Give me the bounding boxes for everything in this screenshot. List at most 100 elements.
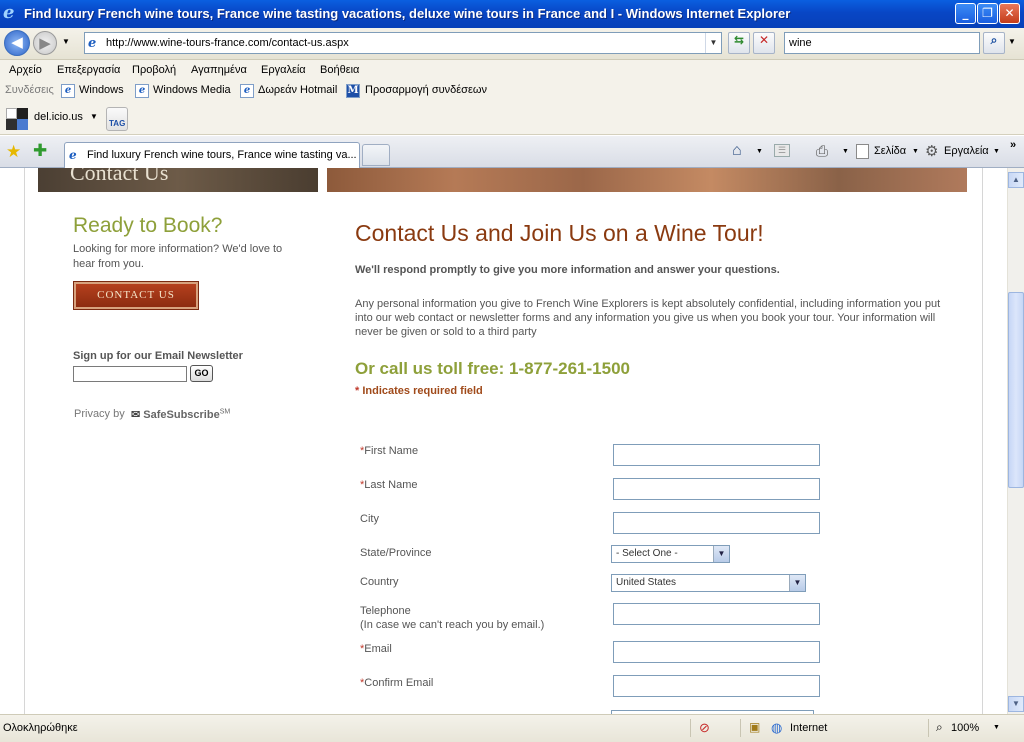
respond-text: We'll respond promptly to give you more … (355, 264, 780, 276)
scroll-thumb[interactable] (1008, 292, 1024, 488)
link-free-hotmail[interactable]: Δωρεάν Hotmail (258, 84, 337, 96)
sidebar-title: Ready to Book? (73, 214, 223, 237)
tools-dropdown-icon[interactable]: ▼ (993, 148, 1000, 155)
home-dropdown-icon[interactable]: ▼ (756, 148, 763, 155)
page-menu-icon[interactable] (856, 144, 869, 159)
link-windows-media[interactable]: Windows Media (153, 84, 231, 96)
safesubscribe-logo[interactable]: ✉ SafeSubscribeSM (131, 408, 230, 421)
hero-image-right (327, 168, 967, 192)
zoom-icon[interactable]: ⌕ (936, 720, 943, 735)
tab-active[interactable]: e Find luxury French wine tours, France … (64, 142, 360, 168)
state-select-value: - Select One - (616, 548, 678, 559)
sidebar-text: Looking for more information? We'd love … (73, 243, 283, 270)
delicious-toolbar: del.icio.us ▼ TAG (0, 102, 1024, 135)
newsletter-label: Sign up for our Email Newsletter (73, 350, 243, 362)
tag-button[interactable]: TAG (106, 107, 128, 131)
delicious-label[interactable]: del.icio.us (34, 111, 83, 123)
msn-icon: M (346, 84, 360, 98)
ie-page-icon: e (69, 148, 77, 162)
link-customize-links[interactable]: Προσαρμογή συνδέσεων (365, 84, 487, 96)
tools-menu-button[interactable]: Εργαλεία (944, 145, 989, 157)
menu-edit[interactable]: Επεξεργασία (57, 64, 120, 76)
stop-button[interactable]: ✕ (753, 32, 775, 54)
required-note: * Indicates required field (355, 385, 483, 397)
add-favorites-icon[interactable]: ✚ (33, 141, 47, 161)
city-input[interactable] (613, 512, 820, 534)
delicious-dropdown-icon[interactable]: ▼ (90, 112, 98, 121)
first-name-label: *First Name (360, 445, 419, 457)
email-input[interactable] (613, 641, 820, 663)
navigation-bar: ◀ ▶ ▼ e http://www.wine-tours-france.com… (0, 28, 1024, 60)
ie-page-icon: e (61, 84, 75, 98)
menu-bar: Αρχείο Επεξεργασία Προβολή Αγαπημένα Εργ… (0, 60, 1024, 81)
popup-blocker-icon[interactable]: ⊘ (699, 720, 710, 736)
telephone-input[interactable] (613, 603, 820, 625)
city-label: City (360, 513, 379, 525)
maximize-button[interactable]: ❐ (977, 3, 998, 24)
menu-favorites[interactable]: Αγαπημένα (191, 64, 247, 76)
favorites-star-icon[interactable]: ★ (6, 142, 21, 162)
search-box[interactable]: wine (784, 32, 980, 54)
gear-icon[interactable]: ⚙ (925, 142, 938, 160)
window-title: Find luxury French wine tours, France wi… (24, 6, 791, 21)
last-name-input[interactable] (613, 478, 820, 500)
country-select[interactable]: United States ▼ (611, 574, 806, 592)
refresh-button[interactable]: ⇆ (728, 32, 750, 54)
tab-title[interactable]: Find luxury French wine tours, France wi… (87, 149, 357, 161)
country-label: Country (360, 576, 399, 588)
newsletter-email-input[interactable] (73, 366, 187, 382)
address-url[interactable]: http://www.wine-tours-france.com/contact… (106, 37, 349, 49)
confirm-email-input[interactable] (613, 675, 820, 697)
search-input[interactable]: wine (789, 37, 812, 49)
print-icon[interactable]: ⎙ (816, 143, 828, 160)
menu-file[interactable]: Αρχείο (9, 64, 42, 76)
more-tools-chevron-icon[interactable]: » (1010, 139, 1016, 151)
recent-pages-dropdown-icon[interactable]: ▼ (62, 37, 70, 46)
status-divider (928, 719, 929, 737)
address-bar[interactable]: e http://www.wine-tours-france.com/conta… (84, 32, 722, 54)
zoom-dropdown-icon[interactable]: ▼ (993, 724, 1000, 731)
minimize-button[interactable]: _ (955, 3, 976, 24)
search-options-icon[interactable]: ▼ (1008, 37, 1016, 46)
tab-bar: ★ ✚ e Find luxury French wine tours, Fra… (0, 136, 1024, 168)
forward-button[interactable]: ▶ (33, 31, 57, 55)
confirm-email-label: *Confirm Email (360, 677, 434, 689)
hero-heading: Contact Us (70, 168, 169, 185)
close-button[interactable]: ✕ (999, 3, 1020, 24)
state-select[interactable]: - Select One - ▼ (611, 545, 730, 563)
scroll-down-icon[interactable]: ▼ (1008, 696, 1024, 712)
new-tab-button[interactable] (362, 144, 390, 166)
menu-tools[interactable]: Εργαλεία (261, 64, 306, 76)
protected-mode-icon[interactable]: ▣ (749, 720, 760, 734)
tag-label: TAG (109, 119, 126, 128)
ie-logo-icon: e (3, 2, 15, 23)
title-bar: e Find luxury French wine tours, France … (0, 0, 1024, 28)
contact-us-button[interactable]: CONTACT US (74, 282, 198, 309)
search-icon[interactable]: ⌕ (983, 32, 1005, 54)
country-select-value: United States (616, 577, 677, 588)
zoom-level[interactable]: 100% (951, 722, 979, 734)
page-menu-button[interactable]: Σελίδα (874, 145, 906, 157)
privacy-paragraph: Any personal information you give to Fre… (355, 298, 941, 338)
feeds-icon[interactable]: ☰ (774, 144, 790, 157)
menu-view[interactable]: Προβολή (132, 64, 176, 76)
zone-label: Internet (790, 722, 828, 734)
address-dropdown-icon[interactable]: ▼ (705, 33, 721, 53)
telephone-label: Telephone (In case we can't reach you by… (360, 604, 544, 632)
links-label: Συνδέσεις (5, 84, 54, 96)
back-button[interactable]: ◀ (4, 30, 30, 56)
vertical-scrollbar[interactable]: ▲ ▼ (1007, 168, 1024, 714)
scroll-up-icon[interactable]: ▲ (1008, 172, 1024, 188)
home-icon[interactable]: ⌂ (732, 142, 742, 160)
page-dropdown-icon[interactable]: ▼ (912, 148, 919, 155)
privacy-label: Privacy by (74, 408, 125, 420)
link-windows[interactable]: Windows (79, 84, 124, 96)
status-divider (690, 719, 691, 737)
first-name-input[interactable] (613, 444, 820, 466)
newsletter-go-button[interactable]: GO (190, 365, 213, 382)
menu-help[interactable]: Βοήθεια (320, 64, 359, 76)
required-star: * (355, 385, 360, 397)
safesubscribe-mark: SM (219, 408, 231, 416)
delicious-logo-icon[interactable] (6, 108, 28, 130)
print-dropdown-icon[interactable]: ▼ (842, 148, 849, 155)
